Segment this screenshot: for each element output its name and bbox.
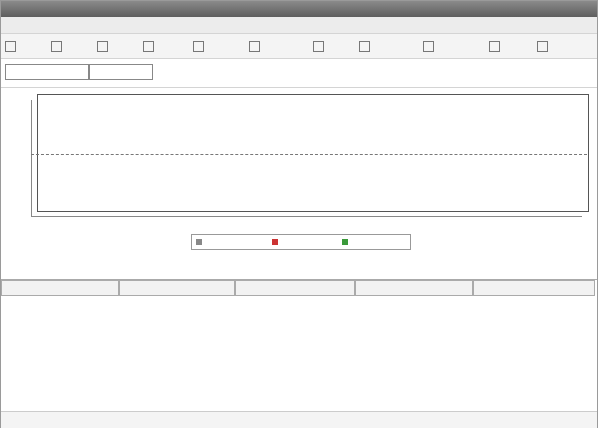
column-header-1[interactable] xyxy=(1,280,119,296)
toolbar-button-8-icon xyxy=(359,41,370,52)
chart-panel xyxy=(1,87,597,256)
toolbar-button-9[interactable] xyxy=(421,38,438,54)
title-bar xyxy=(1,1,597,17)
toolbar-button-1[interactable] xyxy=(3,38,20,54)
column-header-3[interactable] xyxy=(235,280,355,296)
legend-swatch-2 xyxy=(272,239,278,245)
menu-bar xyxy=(1,17,597,34)
chart-guide-line xyxy=(31,154,587,155)
toolbar-button-5[interactable] xyxy=(191,38,208,54)
toolbar-button-10[interactable] xyxy=(487,38,504,54)
chart-plot-area xyxy=(37,94,589,212)
toolbar-button-11[interactable] xyxy=(535,38,552,54)
toolbar-button-6-icon xyxy=(249,41,260,52)
chart-legend xyxy=(191,234,411,250)
column-header-5[interactable] xyxy=(473,280,595,296)
toolbar-button-3-icon xyxy=(97,41,108,52)
column-header-4[interactable] xyxy=(355,280,473,296)
legend-swatch-1 xyxy=(196,239,202,245)
toolbar-button-9-icon xyxy=(423,41,434,52)
toolbar-button-1-icon xyxy=(5,41,16,52)
toolbar-button-5-icon xyxy=(193,41,204,52)
toolbar-button-7-icon xyxy=(313,41,324,52)
status-bar xyxy=(1,411,597,428)
toolbar-button-11-icon xyxy=(537,41,548,52)
filter-bar xyxy=(1,59,597,83)
legend-swatch-3 xyxy=(342,239,348,245)
toolbar-button-2-icon xyxy=(51,41,62,52)
date-filter[interactable] xyxy=(89,64,153,80)
toolbar-button-2[interactable] xyxy=(49,38,66,54)
toolbar-button-6[interactable] xyxy=(247,38,264,54)
toolbar-button-4-icon xyxy=(143,41,154,52)
application-window xyxy=(0,0,598,428)
navigation-row xyxy=(1,259,597,277)
chart-y-axis-label xyxy=(7,144,21,168)
column-header-2[interactable] xyxy=(119,280,235,296)
toolbar-button-4[interactable] xyxy=(141,38,158,54)
card-table xyxy=(1,279,597,410)
toolbar-button-8[interactable] xyxy=(357,38,374,54)
toolbar-button-10-icon xyxy=(489,41,500,52)
toolbar-button-7[interactable] xyxy=(311,38,328,54)
toolbar xyxy=(1,34,597,59)
toolbar-button-3[interactable] xyxy=(95,38,112,54)
category-filter[interactable] xyxy=(5,64,89,80)
